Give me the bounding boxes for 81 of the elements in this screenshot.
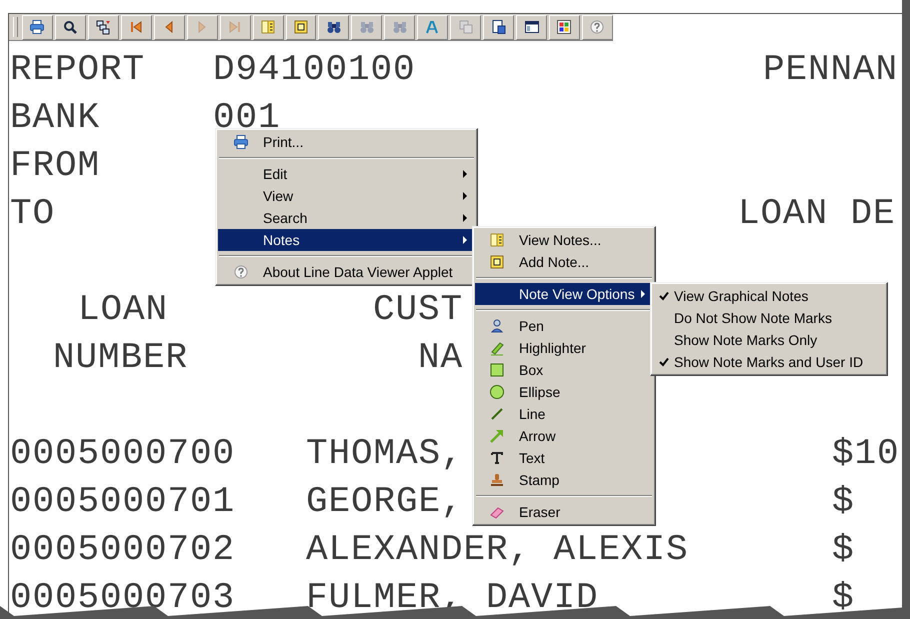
toolbar-button[interactable] xyxy=(318,14,350,40)
report-text: 0005000700 xyxy=(10,432,236,476)
report-text: PENNAN xyxy=(763,48,898,92)
copy-icon xyxy=(458,19,474,35)
search-icon xyxy=(62,19,78,35)
arrow-icon xyxy=(489,428,505,444)
square-icon xyxy=(489,362,505,378)
menu-item[interactable]: Print... xyxy=(218,131,475,153)
toolbar-button[interactable] xyxy=(286,14,316,40)
check-icon xyxy=(658,357,668,367)
report-text: NA xyxy=(418,336,464,380)
text-icon xyxy=(424,19,441,35)
menu-item[interactable]: Show Note Marks Only xyxy=(653,329,885,351)
report-text: TO xyxy=(10,192,56,236)
report-text: D94100100 xyxy=(213,48,416,92)
note-icon xyxy=(292,19,309,35)
menu-item[interactable]: Line xyxy=(475,403,653,425)
check-icon xyxy=(658,291,668,301)
toolbar-button[interactable] xyxy=(88,14,119,40)
menu-item[interactable]: Box xyxy=(475,359,653,381)
line-icon xyxy=(489,406,505,422)
binoculars-icon xyxy=(392,19,408,35)
pages-icon xyxy=(95,19,112,35)
menu-item[interactable]: Stamp xyxy=(475,469,653,491)
menu-item[interactable]: Text xyxy=(475,447,653,469)
menu-item[interactable]: Edit xyxy=(218,163,475,185)
menu-item[interactable]: View Graphical Notes xyxy=(653,285,885,307)
report-text: BANK xyxy=(10,96,100,140)
toolbar-button[interactable] xyxy=(483,14,514,40)
menu-item[interactable]: View Notes... xyxy=(475,229,653,251)
report-text: LOAN DE xyxy=(738,192,896,236)
toolbar-button[interactable] xyxy=(516,14,547,40)
report-text: $ xyxy=(832,576,855,619)
toolbar-button[interactable] xyxy=(549,14,580,40)
report-text: ALEXANDER, ALEXIS xyxy=(306,528,689,572)
notebook-icon xyxy=(260,19,276,35)
report-text: THOMAS, xyxy=(306,432,464,476)
highlighter-icon xyxy=(489,340,505,356)
menu-item[interactable]: Notes xyxy=(218,229,475,251)
menu-item[interactable]: Do Not Show Note Marks xyxy=(653,307,885,329)
report-text: LOAN xyxy=(78,288,168,332)
report-text: REPORT xyxy=(10,48,146,92)
skip-back-icon xyxy=(128,19,144,35)
menu-item[interactable]: Highlighter xyxy=(475,337,653,359)
circle-icon xyxy=(489,384,505,400)
report-text: $ xyxy=(832,480,855,524)
menu-item[interactable]: Eraser xyxy=(475,501,653,523)
report-text: CUST xyxy=(373,288,464,332)
menu-item[interactable]: Arrow xyxy=(475,425,653,447)
notebook-icon xyxy=(489,232,505,248)
report-text: 0005000702 xyxy=(10,528,236,572)
toolbar-button[interactable] xyxy=(54,14,86,40)
text-icon xyxy=(489,450,505,466)
report-text: NUMBER xyxy=(53,336,188,380)
note-icon xyxy=(489,254,505,270)
report-text: $10 xyxy=(832,432,900,476)
report-text: GEORGE, xyxy=(306,480,464,524)
help-icon xyxy=(232,264,248,280)
report-text: $ xyxy=(832,528,855,572)
help-icon xyxy=(589,19,606,35)
printer-icon xyxy=(29,19,46,35)
report-text: FULMER, DAVID xyxy=(306,576,599,619)
report-text: 0005000703 xyxy=(10,576,236,619)
menu-item[interactable]: View xyxy=(218,185,475,207)
binoculars-icon xyxy=(358,19,375,35)
color-grid-icon xyxy=(556,19,572,35)
toolbar-button[interactable] xyxy=(22,14,53,40)
menu-item[interactable]: Ellipse xyxy=(475,381,653,403)
report-text: FROM xyxy=(10,144,100,188)
menu-item[interactable]: Search xyxy=(218,207,475,229)
menu-item[interactable]: Add Note... xyxy=(475,251,653,273)
binoculars-icon xyxy=(326,19,342,35)
menu-item[interactable]: Pen xyxy=(475,315,653,337)
menu-item[interactable]: About Line Data Viewer Applet xyxy=(218,261,475,283)
menu-item[interactable]: Note View Options xyxy=(475,283,653,305)
document-icon xyxy=(490,19,507,35)
menu-item[interactable]: Show Note Marks and User ID xyxy=(653,351,885,373)
window-icon xyxy=(524,19,540,35)
report-text: 0005000701 xyxy=(10,480,236,524)
printer-icon xyxy=(232,134,248,150)
stamp-icon xyxy=(489,472,505,488)
